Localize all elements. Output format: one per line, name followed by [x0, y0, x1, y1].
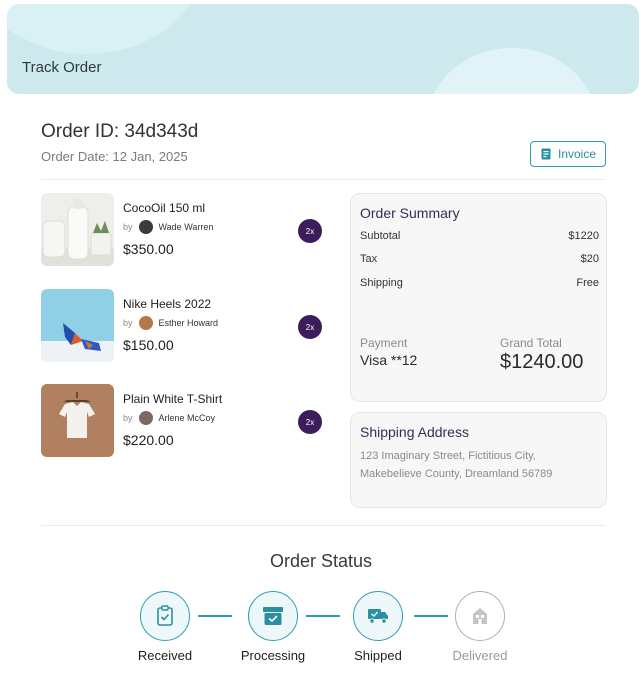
by-label: by: [123, 222, 133, 232]
product-name: Plain White T-Shirt: [123, 392, 223, 406]
avatar: [138, 220, 153, 234]
status-step-shipped: Shipped: [328, 591, 428, 663]
divider: [41, 179, 606, 180]
product-image-tshirt: [41, 384, 114, 457]
building-icon: [473, 608, 487, 624]
shipping-address-card: Shipping Address 123 Imaginary Street, F…: [350, 412, 607, 508]
status-step-label: Processing: [240, 648, 306, 663]
status-step-label: Received: [137, 648, 193, 663]
invoice-label: Invoice: [557, 147, 597, 161]
status-step-circle: [353, 591, 403, 641]
status-step-label: Shipped: [354, 648, 402, 663]
payment-value: Visa **12: [360, 352, 418, 368]
seller-info: by Esther Howard: [123, 316, 218, 330]
seller-name: Arlene McCoy: [158, 413, 216, 423]
order-item[interactable]: Plain White T-Shirt by Arlene McCoy $220…: [41, 384, 326, 460]
product-image-heels: [41, 289, 114, 362]
grand-total-label: Grand Total: [500, 336, 562, 350]
box-icon: [263, 607, 283, 625]
divider: [41, 525, 606, 526]
product-price: $150.00: [123, 337, 174, 353]
product-price: $350.00: [123, 241, 174, 257]
order-item[interactable]: Nike Heels 2022 by Esther Howard $150.00…: [41, 289, 326, 365]
order-item[interactable]: CocoOil 150 ml by Wade Warren $350.00 2x: [41, 193, 326, 269]
seller-info: by Arlene McCoy: [123, 411, 215, 425]
summary-value: $20: [580, 253, 599, 265]
product-name: Nike Heels 2022: [123, 297, 212, 311]
by-label: by: [123, 318, 133, 328]
status-step-circle: [455, 591, 505, 641]
order-status-title: Order Status: [269, 551, 373, 571]
summary-label: Subtotal: [360, 230, 401, 242]
header-decoration: [427, 48, 597, 94]
payment-label: Payment: [360, 336, 408, 350]
grand-total-value: $1240.00: [500, 351, 584, 373]
order-date: Order Date: 12 Jan, 2025: [41, 149, 188, 164]
status-step-circle: [248, 591, 298, 641]
product-name: CocoOil 150 ml: [123, 201, 206, 215]
quantity-badge: 2x: [298, 315, 322, 339]
quantity-badge: 2x: [298, 410, 322, 434]
header-banner: Track Order: [7, 4, 639, 94]
order-id: Order ID: 34d343d: [41, 121, 199, 142]
summary-label: Shipping: [360, 277, 403, 289]
truck-icon: [368, 609, 388, 624]
seller-info: by Wade Warren: [123, 220, 213, 234]
header-decoration: [7, 4, 207, 54]
product-price: $220.00: [123, 432, 174, 448]
order-summary-card: Order Summary Subtotal $1220 Tax $20 Shi…: [350, 193, 607, 402]
page-title: Track Order: [22, 59, 102, 76]
shipping-address-text: 123 Imaginary Street, Fictitious City, M…: [360, 450, 553, 480]
avatar: [138, 316, 153, 330]
seller-name: Wade Warren: [158, 222, 214, 232]
by-label: by: [123, 413, 133, 423]
seller-name: Esther Howard: [158, 318, 219, 328]
status-step-processing: Processing: [223, 591, 323, 663]
summary-label: Tax: [360, 253, 378, 265]
order-summary-title: Order Summary: [360, 205, 460, 221]
summary-value: $1220: [568, 230, 599, 242]
summary-row-shipping: Shipping Free: [360, 277, 599, 289]
status-step-delivered: Delivered: [430, 591, 530, 663]
status-step-circle: [140, 591, 190, 641]
summary-row-tax: Tax $20: [360, 253, 599, 265]
shipping-address-title: Shipping Address: [360, 424, 469, 440]
quantity-badge: 2x: [298, 219, 322, 243]
avatar: [138, 411, 153, 425]
product-image-cocooil: [41, 193, 114, 266]
summary-row-subtotal: Subtotal $1220: [360, 230, 599, 242]
status-step-received: Received: [115, 591, 215, 663]
clipboard-check-icon: [157, 605, 173, 626]
summary-value: Free: [576, 277, 599, 289]
receipt-icon: [541, 148, 551, 160]
status-step-label: Delivered: [452, 648, 508, 663]
invoice-button[interactable]: Invoice: [530, 141, 606, 167]
